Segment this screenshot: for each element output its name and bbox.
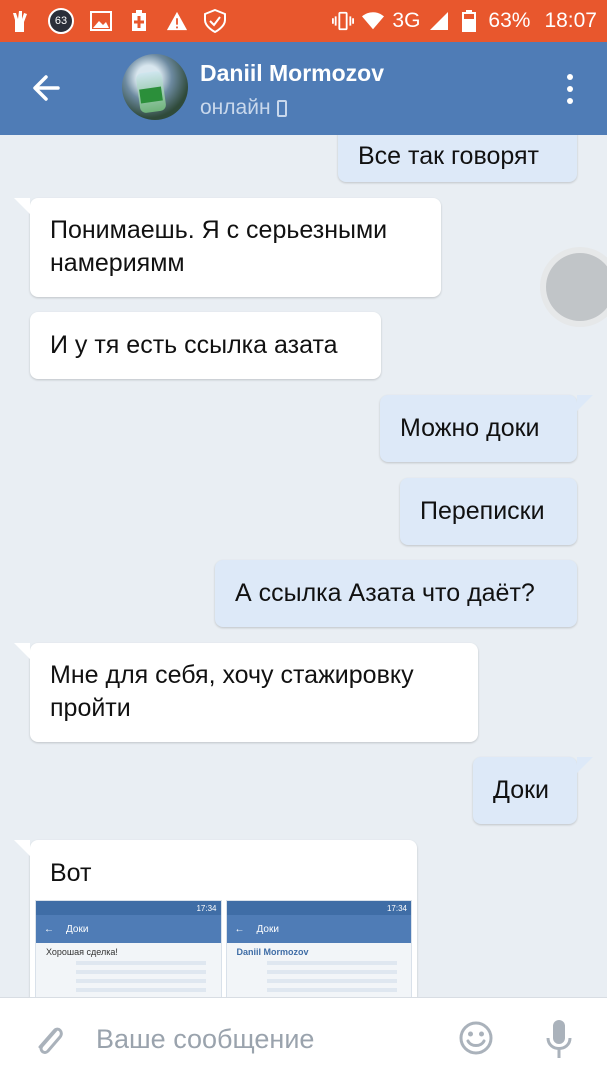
vibrate-icon xyxy=(332,10,355,32)
thumbnail-back-icon: ← xyxy=(44,923,54,935)
message-text: Доки xyxy=(493,776,550,804)
outgoing-message[interactable]: Доки xyxy=(473,757,593,824)
warning-icon xyxy=(166,10,188,32)
wifi-icon xyxy=(362,10,385,32)
battery-charge-icon xyxy=(128,10,150,32)
outgoing-message[interactable]: А ссылка Азата что даёт? xyxy=(215,560,577,627)
back-arrow-icon[interactable] xyxy=(28,70,64,106)
mobile-device-icon xyxy=(276,99,287,117)
message-text: Переписки xyxy=(420,497,545,525)
message-input-bar: Ваше сообщение xyxy=(0,997,607,1080)
message-text: И у тя есть ссылка азата xyxy=(50,331,338,359)
emoji-icon[interactable] xyxy=(458,1020,494,1056)
image-icon xyxy=(90,10,112,32)
more-options-icon[interactable] xyxy=(560,72,580,106)
floating-overlay-button[interactable] xyxy=(540,247,607,327)
message-text: А ссылка Азата что даёт? xyxy=(235,579,535,607)
attachment-gallery: 17:34 ← Доки Хорошая сделка! 17:34 ← Доки … xyxy=(35,900,412,997)
incoming-message[interactable]: Понимаешь. Я с серьезными намериямм xyxy=(14,198,441,297)
thumbnail-time: 17:34 xyxy=(196,903,217,913)
thumbnail-preview-text: Хорошая сделка! xyxy=(46,947,118,957)
battery-icon xyxy=(458,10,480,32)
incoming-message[interactable]: Мне для себя, хочу стажировку пройти xyxy=(14,643,478,742)
signal-icon xyxy=(428,10,450,32)
thumbnail-time: 17:34 xyxy=(386,903,407,913)
thumbnail-title: Доки xyxy=(66,923,89,935)
message-input[interactable]: Ваше сообщение xyxy=(96,1024,314,1055)
outgoing-message[interactable]: Переписки xyxy=(400,478,577,545)
message-text: Все так говорят xyxy=(358,142,539,170)
attachment-thumbnail[interactable]: 17:34 ← Доки Daniil Mormozov xyxy=(225,900,412,997)
online-status-text: онлайн xyxy=(200,96,271,119)
microphone-icon[interactable] xyxy=(544,1018,574,1060)
hand-gesture-icon xyxy=(10,10,32,32)
network-type: 3G xyxy=(392,9,421,32)
message-text: Можно доки xyxy=(400,414,540,442)
message-text: Мне для себя, хочу стажировку пройти xyxy=(50,661,414,722)
battery-level: 63% xyxy=(488,9,531,32)
thumbnail-preview-text: Daniil Mormozov xyxy=(236,947,309,957)
outgoing-message[interactable]: Все так говорят xyxy=(338,135,577,182)
incoming-message[interactable]: И у тя есть ссылка азата xyxy=(30,312,381,379)
message-list[interactable]: Все так говорят Понимаешь. Я с серьезным… xyxy=(0,135,607,997)
thumbnail-title: Доки xyxy=(256,923,279,935)
thumbnail-back-icon: ← xyxy=(234,923,245,935)
outgoing-message[interactable]: Можно доки xyxy=(380,395,593,462)
message-text: Вот xyxy=(50,859,92,887)
clock: 18:07 xyxy=(544,9,597,32)
notification-count-badge: 63 xyxy=(48,8,74,34)
shield-check-icon xyxy=(204,9,226,33)
chat-header: Daniil Mormozov онлайн xyxy=(0,42,607,135)
attachment-thumbnail[interactable]: 17:34 ← Доки Хорошая сделка! xyxy=(35,900,222,997)
avatar[interactable] xyxy=(122,54,188,120)
status-bar: 63 3G 63% 18:07 xyxy=(0,0,607,42)
paperclip-icon[interactable] xyxy=(32,1020,66,1060)
online-status: онлайн xyxy=(200,96,287,120)
message-text: Понимаешь. Я с серьезными намериямм xyxy=(50,216,388,277)
contact-name[interactable]: Daniil Mormozov xyxy=(200,60,384,87)
